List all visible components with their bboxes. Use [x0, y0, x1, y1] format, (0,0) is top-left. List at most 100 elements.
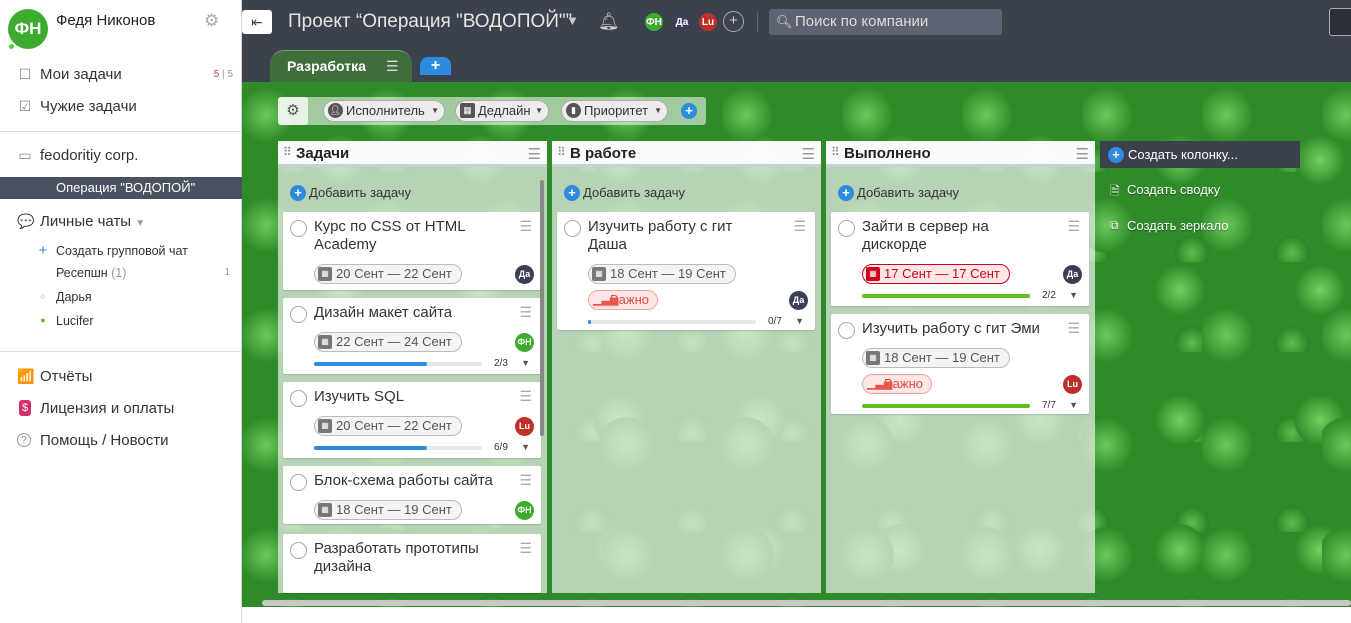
progress-bar: [314, 446, 482, 450]
chevron-down-icon[interactable]: ▼: [566, 13, 579, 28]
create-mirror-button[interactable]: ⧉ Создать зеркало: [1110, 218, 1228, 233]
create-column-button[interactable]: + Создать колонку...: [1100, 141, 1300, 168]
expand-triangle-icon[interactable]: ▼: [795, 316, 804, 326]
member-avatar[interactable]: Да: [671, 11, 693, 33]
expand-triangle-icon[interactable]: ▼: [521, 358, 530, 368]
user-name[interactable]: Федя Никонов: [56, 12, 155, 29]
filter-settings-icon[interactable]: ⚙: [278, 97, 308, 125]
assignee-avatar[interactable]: Да: [789, 291, 808, 310]
calendar-icon: ▦: [460, 103, 475, 118]
expand-triangle-icon[interactable]: ▼: [1069, 290, 1078, 300]
add-member-button[interactable]: +: [723, 11, 744, 32]
assignee-avatar[interactable]: Lu: [1063, 375, 1082, 394]
complete-checkbox[interactable]: [838, 322, 855, 339]
column-menu-icon[interactable]: ☰: [528, 145, 541, 163]
assignee-avatar[interactable]: Да: [515, 265, 534, 284]
progress-fill: [862, 404, 1030, 408]
complete-checkbox[interactable]: [838, 220, 855, 237]
nav-personal-chats-label: Личные чаты ▼: [40, 212, 146, 230]
nav-license[interactable]: $ Лицензия и оплаты: [0, 396, 242, 420]
progress-fill: [588, 320, 592, 324]
tab-development[interactable]: Разработка ☰: [270, 50, 412, 82]
filter-assignee[interactable]: 👤︎ Исполнитель ▼: [323, 100, 445, 122]
member-avatar[interactable]: ФН: [643, 11, 665, 33]
priority-badge: ▁▃▅ Важно: [862, 374, 933, 394]
task-card[interactable]: Изучить работу с гит Эми ☰ ▦ 18 Сент — 19…: [831, 314, 1089, 414]
menu-icon[interactable]: ☰: [386, 51, 399, 81]
add-task-button[interactable]: + Добавить задачу: [290, 185, 411, 201]
drag-handle-icon[interactable]: ⠿: [831, 145, 840, 159]
add-filter-button[interactable]: +: [681, 103, 697, 119]
nav-company[interactable]: ▭ feodoritiy corp.: [0, 143, 242, 167]
assignee-avatar[interactable]: Lu: [515, 417, 534, 436]
card-menu-icon[interactable]: ☰: [519, 472, 532, 489]
add-tab-button[interactable]: +: [420, 57, 451, 75]
filter-deadline[interactable]: ▦ Дедлайн ▼: [455, 100, 549, 122]
card-menu-icon[interactable]: ☰: [1067, 320, 1080, 337]
column-title[interactable]: Выполнено: [844, 145, 931, 162]
add-task-button[interactable]: + Добавить задачу: [564, 185, 685, 201]
assignee-avatar[interactable]: Да: [1063, 265, 1082, 284]
expand-triangle-icon[interactable]: ▼: [521, 442, 530, 452]
card-menu-icon[interactable]: ☰: [793, 218, 806, 235]
nav-help[interactable]: ? Помощь / Новости: [0, 428, 242, 452]
column-menu-icon[interactable]: ☰: [1076, 145, 1089, 163]
column-scrollbar[interactable]: [540, 180, 544, 436]
chat-item[interactable]: ○ Дарья: [0, 288, 242, 308]
task-card[interactable]: Блок-схема работы сайта ☰ ▦ 18 Сент — 19 …: [283, 466, 541, 524]
bell-icon[interactable]: 🔔︎: [598, 12, 620, 32]
horizontal-scrollbar[interactable]: [262, 600, 1351, 606]
gear-icon[interactable]: ⚙: [204, 12, 222, 30]
task-title: Изучить работу с гит Эми: [862, 320, 1040, 337]
online-status-dot: [7, 42, 16, 51]
card-menu-icon[interactable]: ☰: [519, 304, 532, 321]
progress-bar: [862, 404, 1030, 408]
search-input[interactable]: 🔍︎ Поиск по компании: [769, 9, 1002, 35]
column-title[interactable]: Задачи: [296, 145, 349, 162]
card-menu-icon[interactable]: ☰: [1067, 218, 1080, 235]
task-card[interactable]: Зайти в сервер на дискорде ☰ ▦ 17 Сент — …: [831, 212, 1089, 306]
chat-item[interactable]: ● Lucifer: [0, 312, 242, 332]
task-dates: ▦ 18 Сент — 19 Сент: [314, 500, 462, 520]
task-card[interactable]: Изучить SQL ☰ ▦ 20 Сент — 22 Сент Lu 6/9 …: [283, 382, 541, 458]
task-dates: ▦ 18 Сент — 19 Сент: [588, 264, 736, 284]
create-group-chat[interactable]: + Создать групповой чат: [0, 242, 242, 262]
complete-checkbox[interactable]: [290, 542, 307, 559]
exit-icon[interactable]: [1329, 8, 1351, 36]
complete-checkbox[interactable]: [290, 390, 307, 407]
member-avatar[interactable]: Lu: [697, 11, 719, 33]
nav-reports[interactable]: 📶 Отчёты: [0, 364, 242, 388]
complete-checkbox[interactable]: [290, 474, 307, 491]
task-card[interactable]: Дизайн макет сайта ☰ ▦ 22 Сент — 24 Сент …: [283, 298, 541, 374]
complete-checkbox[interactable]: [290, 306, 307, 323]
add-task-button[interactable]: + Добавить задачу: [838, 185, 959, 201]
help-icon: ?: [17, 433, 31, 447]
complete-checkbox[interactable]: [564, 220, 581, 237]
card-menu-icon[interactable]: ☰: [519, 218, 532, 235]
create-summary-button[interactable]: 🗎 Создать сводку: [1110, 182, 1220, 198]
complete-checkbox[interactable]: [290, 220, 307, 237]
card-menu-icon[interactable]: ☰: [519, 388, 532, 405]
priority-icon: ▮: [566, 103, 581, 118]
task-dates: ▦ 20 Сент — 22 Сент: [314, 416, 462, 436]
collapse-sidebar-button[interactable]: ⇤: [242, 10, 272, 34]
nav-my-tasks[interactable]: ☐ Мои задачи 5 | 5: [0, 62, 242, 86]
filter-priority[interactable]: ▮ Приоритет ▼: [561, 100, 668, 122]
column-title[interactable]: В работе: [570, 145, 636, 162]
task-card[interactable]: Курс по CSS от HTML Academy ☰ ▦ 20 Сент —…: [283, 212, 541, 290]
project-title[interactable]: Проект “Операция "ВОДОПОЙ"”: [288, 11, 572, 33]
task-card[interactable]: Изучить работу с гит Даша ☰ ▦ 18 Сент — 1…: [557, 212, 815, 330]
drag-handle-icon[interactable]: ⠿: [283, 145, 292, 159]
card-menu-icon[interactable]: ☰: [519, 540, 532, 557]
assignee-avatar[interactable]: ФН: [515, 501, 534, 520]
expand-triangle-icon[interactable]: ▼: [1069, 400, 1078, 410]
task-card[interactable]: Разработать прототипы дизайна ☰: [283, 534, 541, 593]
sidebar-item-active-project[interactable]: Операция "ВОДОПОЙ": [0, 177, 242, 199]
drag-handle-icon[interactable]: ⠿: [557, 145, 566, 159]
nav-others-tasks[interactable]: ☑ Чужие задачи: [0, 94, 242, 118]
nav-personal-chats[interactable]: 💬 Личные чаты ▼: [0, 209, 242, 233]
column-menu-icon[interactable]: ☰: [802, 145, 815, 163]
assignee-avatar[interactable]: ФН: [515, 333, 534, 352]
chart-icon: 📶: [17, 368, 35, 384]
chat-item[interactable]: Ресепшн (1) 1: [0, 264, 242, 284]
